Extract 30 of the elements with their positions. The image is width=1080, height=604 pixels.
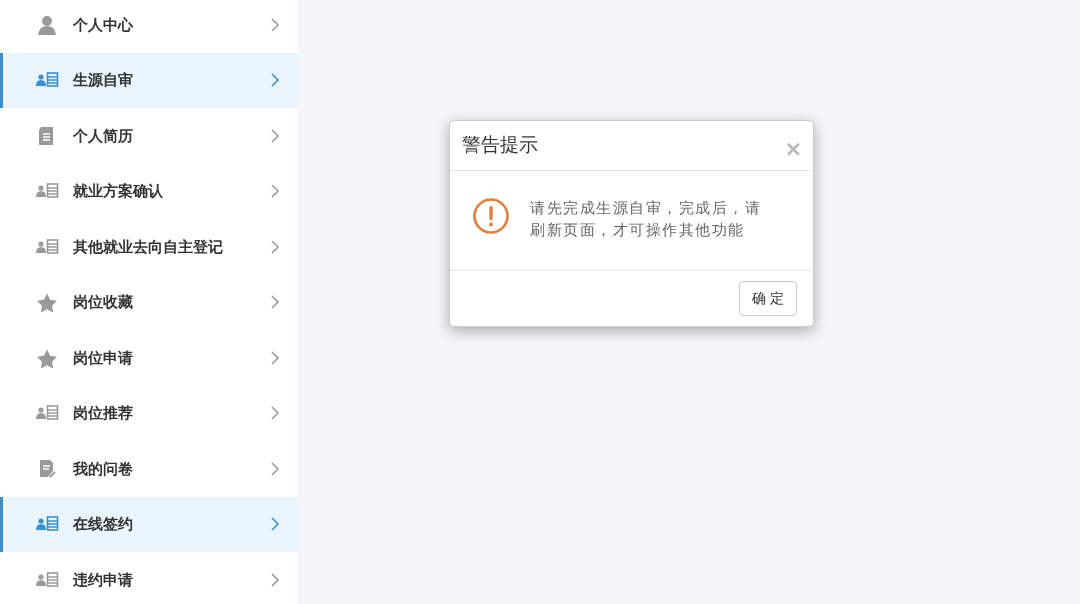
chevron-right-icon bbox=[270, 349, 280, 366]
chevron-right-icon bbox=[270, 460, 280, 477]
sidebar-item[interactable]: 就业方案确认 bbox=[0, 163, 298, 219]
chevron-right-icon bbox=[270, 405, 280, 422]
sidebar-item[interactable]: 在线签约 bbox=[0, 496, 298, 552]
sidebar-item[interactable]: 其他就业去向自主登记 bbox=[0, 219, 298, 275]
warning-icon bbox=[472, 197, 510, 235]
confirm-button[interactable]: 确 定 bbox=[739, 281, 797, 316]
star-icon bbox=[35, 292, 59, 313]
contact-list-icon bbox=[35, 236, 59, 257]
sidebar-item[interactable]: 岗位申请 bbox=[0, 330, 298, 386]
chevron-right-icon bbox=[270, 127, 280, 144]
chevron-right-icon bbox=[270, 72, 280, 89]
sidebar-item[interactable]: 个人简历 bbox=[0, 108, 298, 164]
contact-list-icon bbox=[35, 569, 59, 590]
sidebar-item[interactable]: 岗位推荐 bbox=[0, 385, 298, 441]
sidebar-item[interactable]: 生源自审 bbox=[0, 52, 298, 108]
chevron-right-icon bbox=[270, 16, 280, 33]
dialog-title: 警告提示 bbox=[462, 133, 538, 158]
chevron-right-icon bbox=[270, 183, 280, 200]
chevron-right-icon bbox=[270, 571, 280, 588]
dialog-message: 请先完成生源自审，完成后，请刷新页面，才可操作其他功能 bbox=[530, 198, 762, 240]
chevron-right-icon bbox=[270, 516, 280, 533]
sidebar-item[interactable]: 我的问卷 bbox=[0, 441, 298, 497]
chevron-right-icon bbox=[270, 294, 280, 311]
sidebar-item[interactable]: 岗位收藏 bbox=[0, 274, 298, 330]
person-icon bbox=[35, 14, 59, 35]
sidebar-item[interactable]: 个人中心 bbox=[0, 0, 298, 53]
chevron-right-icon bbox=[270, 238, 280, 255]
sidebar-item[interactable]: 违约申请 bbox=[0, 552, 298, 604]
